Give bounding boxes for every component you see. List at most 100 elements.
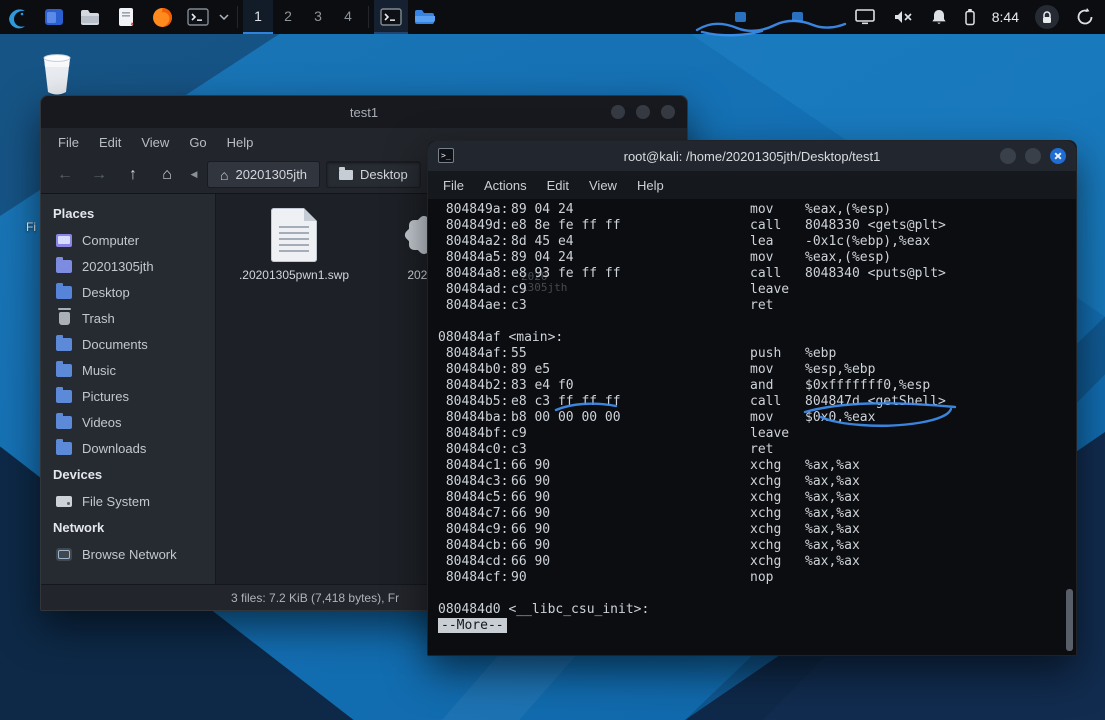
screen: Fi test1 File Edit View Go Help ← → ↑ ⌂ ◀ ⌂ 2…	[0, 0, 1105, 720]
workspace-button-3[interactable]: 3	[303, 0, 333, 34]
disasm-address: 80484a2:	[438, 234, 509, 249]
sidebar-section-network: Network	[53, 520, 105, 535]
terminal-close-button[interactable]	[1050, 148, 1066, 164]
terminal-menu-help[interactable]: Help	[628, 175, 673, 196]
sidebar-item-pictures[interactable]: Pictures	[41, 383, 215, 409]
fm-menu-go[interactable]: Go	[180, 132, 215, 153]
home-icon: ⌂	[220, 166, 229, 183]
terminal-dropdown-chevron-icon[interactable]	[216, 0, 232, 34]
forward-button[interactable]: →	[85, 162, 113, 188]
clock[interactable]: 8:44	[992, 9, 1019, 25]
file-manager-icon[interactable]	[72, 0, 108, 34]
disasm-address: 80484c0:	[438, 442, 509, 457]
terminal-titlebar[interactable]: >_ root@kali: /home/20201305jth/Desktop/…	[428, 141, 1076, 171]
back-button[interactable]: ←	[51, 162, 79, 188]
session-icon[interactable]	[1075, 7, 1095, 27]
disasm-section-header: 080484d0 <__libc_csu_init>:	[438, 602, 650, 617]
terminal-maximize-button[interactable]	[1025, 148, 1041, 164]
disasm-address: 80484a8:	[438, 266, 509, 281]
terminal-menu-file[interactable]: File	[434, 175, 473, 196]
path-button-desktop[interactable]: Desktop	[326, 161, 421, 188]
disasm-address: 80484ad:	[438, 282, 509, 297]
disasm-line: 80484af: 55 push %ebp	[438, 346, 1076, 362]
sidebar-item-desktop[interactable]: Desktop	[41, 279, 215, 305]
screen-lock-icon[interactable]	[1035, 5, 1059, 29]
sidebar-item-computer[interactable]: Computer	[41, 227, 215, 253]
disasm-address: 80484cf:	[438, 570, 509, 585]
files-app-icon[interactable]	[36, 0, 72, 34]
fm-maximize-button[interactable]	[636, 105, 650, 119]
home-button[interactable]: ⌂	[153, 162, 181, 188]
disasm-operands: $0xfffffff0,%esp	[805, 378, 931, 393]
notifications-icon[interactable]	[930, 8, 948, 26]
disasm-operands: %ax,%ax	[805, 458, 860, 473]
sidebar-item-browse-network[interactable]: Browse Network	[41, 541, 215, 567]
sidebar-item-music[interactable]: Music	[41, 357, 215, 383]
disasm-operands: 8048330 <gets@plt>	[805, 218, 946, 233]
fm-titlebar[interactable]: test1	[41, 96, 687, 128]
sidebar-item-videos[interactable]: Videos	[41, 409, 215, 435]
disasm-address: 80484ba:	[438, 410, 509, 425]
terminal-window-title: root@kali: /home/20201305jth/Desktop/tes…	[623, 148, 881, 164]
disasm-address: 80484af:	[438, 346, 509, 361]
sidebar-item-downloads[interactable]: Downloads	[41, 435, 215, 461]
terminal-menubar: File Actions Edit View Help	[428, 171, 1076, 199]
file-item[interactable]: .20201305pwn1.swp	[236, 208, 352, 282]
disasm-address: 80484b2:	[438, 378, 509, 393]
workspace-button-1[interactable]: 1	[243, 0, 273, 34]
sidebar-item-label: Desktop	[82, 284, 130, 300]
sidebar-item-file-system[interactable]: File System	[41, 488, 215, 514]
panel-indicator-icon	[735, 12, 746, 22]
terminal-menu-actions[interactable]: Actions	[475, 175, 536, 196]
statusbar-text: 3 files: 7.2 KiB (7,418 bytes), Fr	[231, 590, 400, 605]
disasm-operands: %ebp	[805, 346, 837, 361]
fm-menu-edit[interactable]: Edit	[90, 132, 130, 153]
text-editor-icon[interactable]	[108, 0, 144, 34]
folder-icon	[56, 412, 72, 429]
sidebar-item-label: Pictures	[82, 388, 129, 404]
terminal-minimize-button[interactable]	[1000, 148, 1016, 164]
battery-icon[interactable]	[964, 8, 976, 26]
disasm-line: 80484c3: 66 90 xchg %ax,%ax	[438, 474, 1076, 490]
disasm-mnemonic: mov	[750, 202, 774, 217]
terminal-icon[interactable]	[180, 0, 216, 34]
folder-icon	[56, 386, 72, 403]
fm-menu-help[interactable]: Help	[218, 132, 263, 153]
trash-icon	[58, 307, 71, 325]
audio-muted-icon[interactable]	[892, 8, 914, 26]
up-button[interactable]: ↑	[119, 162, 147, 188]
crumb-collapse-button[interactable]: ◀	[187, 163, 201, 187]
fm-menu-view[interactable]: View	[132, 132, 178, 153]
disasm-address: 80484c9:	[438, 522, 509, 537]
workspace-button-4[interactable]: 4	[333, 0, 363, 34]
sidebar-item-documents[interactable]: Documents	[41, 331, 215, 357]
kali-menu-icon[interactable]	[0, 0, 36, 34]
panel-indicator-icon	[792, 12, 803, 22]
disasm-operands: %eax,(%esp)	[805, 250, 892, 265]
fm-menu-file[interactable]: File	[49, 132, 88, 153]
firefox-icon[interactable]	[144, 0, 180, 34]
disasm-line: 804849a: 89 04 24 mov %eax,(%esp)	[438, 202, 1076, 218]
disasm-line: 080484af <main>:	[438, 330, 1076, 346]
fm-close-button[interactable]	[661, 105, 675, 119]
panel-separator	[237, 6, 238, 28]
terminal-menu-view[interactable]: View	[580, 175, 626, 196]
disasm-line: 804849d: e8 8e fe ff ff call 8048330 <gets@…	[438, 218, 1076, 234]
fm-sidebar: Places Computer 20201305jth Desktop Trash Doc…	[41, 194, 216, 584]
workspace-button-2[interactable]: 2	[273, 0, 303, 34]
disasm-line: 80484b5: e8 c3 ff ff ff call 804847d <getSh…	[438, 394, 1076, 410]
disasm-operands: %ax,%ax	[805, 554, 860, 569]
sidebar-item-label: 20201305jth	[82, 258, 154, 274]
path-button-20201305jth[interactable]: ⌂ 20201305jth	[207, 161, 321, 188]
taskbar-file-manager-button[interactable]	[408, 0, 442, 34]
taskbar-terminal-button[interactable]	[374, 0, 408, 34]
desktop-trash-icon[interactable]	[36, 52, 78, 100]
display-icon[interactable]	[854, 8, 876, 26]
sidebar-item-20201305jth[interactable]: 20201305jth	[41, 253, 215, 279]
disasm-operands: $0x0,%eax	[805, 410, 876, 425]
pager-more-prompt: --More--	[438, 618, 507, 633]
fm-minimize-button[interactable]	[611, 105, 625, 119]
terminal-menu-edit[interactable]: Edit	[538, 175, 578, 196]
terminal-scrollbar-thumb[interactable]	[1066, 589, 1073, 651]
sidebar-item-trash[interactable]: Trash	[41, 305, 215, 331]
